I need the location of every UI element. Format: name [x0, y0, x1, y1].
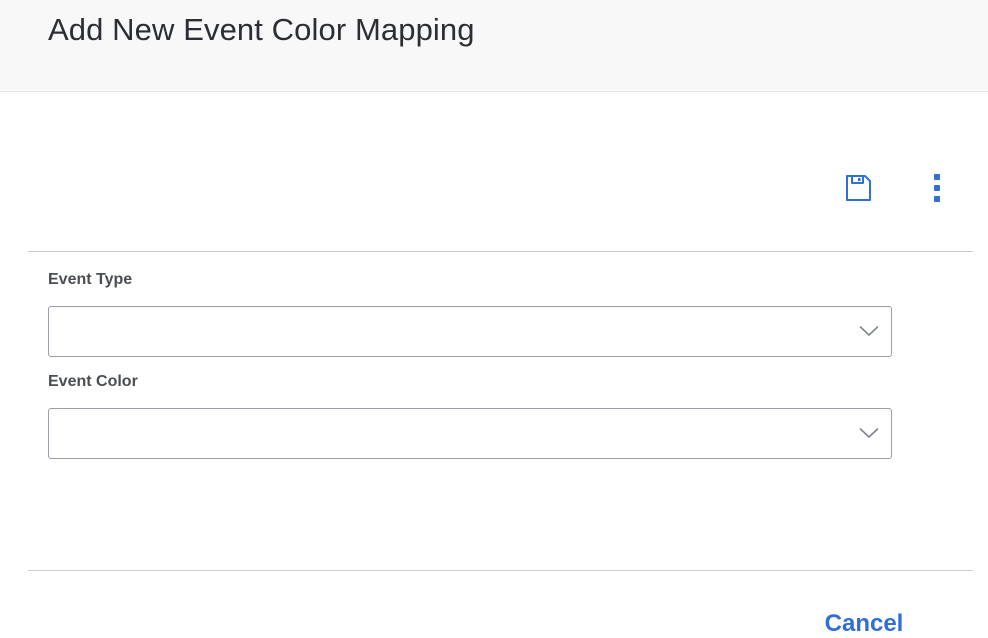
dialog-title: Add New Event Color Mapping [48, 12, 475, 47]
event-color-select[interactable] [48, 408, 892, 459]
more-options-button[interactable] [924, 170, 950, 206]
dialog-header: Add New Event Color Mapping [0, 0, 988, 92]
footer-divider [28, 570, 973, 571]
event-type-select[interactable] [48, 306, 892, 357]
save-button[interactable] [842, 172, 874, 204]
event-color-label: Event Color [48, 373, 138, 390]
toolbar-divider [28, 251, 973, 252]
add-event-color-mapping-dialog: Add New Event Color Mapping Event Type E… [0, 0, 988, 638]
chevron-down-icon [859, 426, 879, 440]
save-icon [842, 172, 874, 204]
event-type-label: Event Type [48, 271, 133, 288]
cancel-button[interactable]: Cancel [806, 608, 922, 638]
chevron-down-icon [859, 324, 879, 338]
